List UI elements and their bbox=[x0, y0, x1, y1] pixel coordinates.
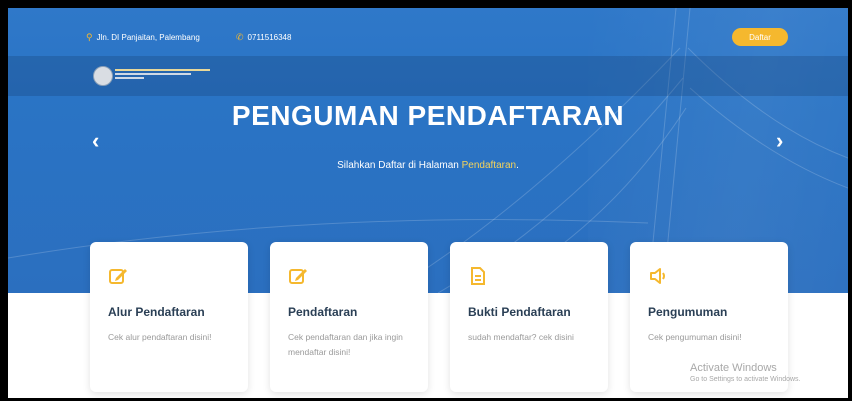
register-button[interactable]: Daftar bbox=[732, 28, 788, 46]
chevron-left-icon[interactable]: ‹ bbox=[92, 130, 99, 152]
hero-title: PENGUMAN PENDAFTARAN bbox=[231, 100, 625, 131]
watermark-subtitle: Go to Settings to activate Windows. bbox=[690, 376, 801, 383]
card-alur-pendaftaran[interactable]: Alur Pendaftaran Cek alur pendaftaran di… bbox=[90, 242, 248, 392]
card-title: Bukti Pendaftaran bbox=[468, 305, 571, 319]
card-title: Alur Pendaftaran bbox=[108, 305, 205, 319]
card-description: Cek alur pendaftaran disini! bbox=[108, 332, 212, 342]
document-icon bbox=[471, 267, 485, 285]
card-pendaftaran[interactable]: Pendaftaran Cek pendaftaran dan jika ing… bbox=[270, 242, 428, 392]
address-info: ⚲ Jln. DI Panjaitan, Palembang bbox=[86, 32, 200, 43]
card-title: Pengumuman bbox=[648, 305, 728, 319]
watermark-title: Activate Windows bbox=[690, 362, 777, 374]
phone-icon: ✆ bbox=[236, 32, 244, 42]
card-bukti-pendaftaran[interactable]: Bukti Pendaftaran sudah mendaftar? cek d… bbox=[450, 242, 608, 392]
address-text: Jln. DI Panjaitan, Palembang bbox=[96, 33, 200, 42]
chevron-right-icon[interactable]: › bbox=[776, 130, 783, 152]
school-logo[interactable] bbox=[93, 66, 113, 86]
activate-windows-watermark: Activate Windows Go to Settings to activ… bbox=[690, 362, 801, 383]
megaphone-icon bbox=[650, 268, 665, 284]
hero-subtitle: Silahkan Daftar di Halaman Pendaftaran. bbox=[8, 160, 848, 171]
logo-text-lines bbox=[115, 69, 210, 81]
map-pin-icon: ⚲ bbox=[86, 32, 93, 42]
top-bar: ⚲ Jln. DI Panjaitan, Palembang ✆ 0711516… bbox=[8, 8, 848, 56]
edit-icon bbox=[289, 269, 307, 284]
phone-text: 0711516348 bbox=[247, 33, 292, 42]
card-title: Pendaftaran bbox=[288, 305, 358, 319]
card-description: sudah mendaftar? cek disini bbox=[468, 332, 574, 342]
page-frame: ⚲ Jln. DI Panjaitan, Palembang ✆ 0711516… bbox=[8, 8, 848, 398]
edit-icon bbox=[109, 269, 127, 284]
card-description: Cek pendaftaran dan jika ingin mendaftar… bbox=[288, 332, 403, 357]
phone-info: ✆ 0711516348 bbox=[236, 32, 291, 43]
subtitle-text: Silahkan Daftar di Halaman bbox=[337, 160, 462, 171]
subtitle-period: . bbox=[516, 160, 519, 171]
registration-link[interactable]: Pendaftaran bbox=[462, 160, 517, 171]
card-description: Cek pengumuman disini! bbox=[648, 332, 742, 342]
